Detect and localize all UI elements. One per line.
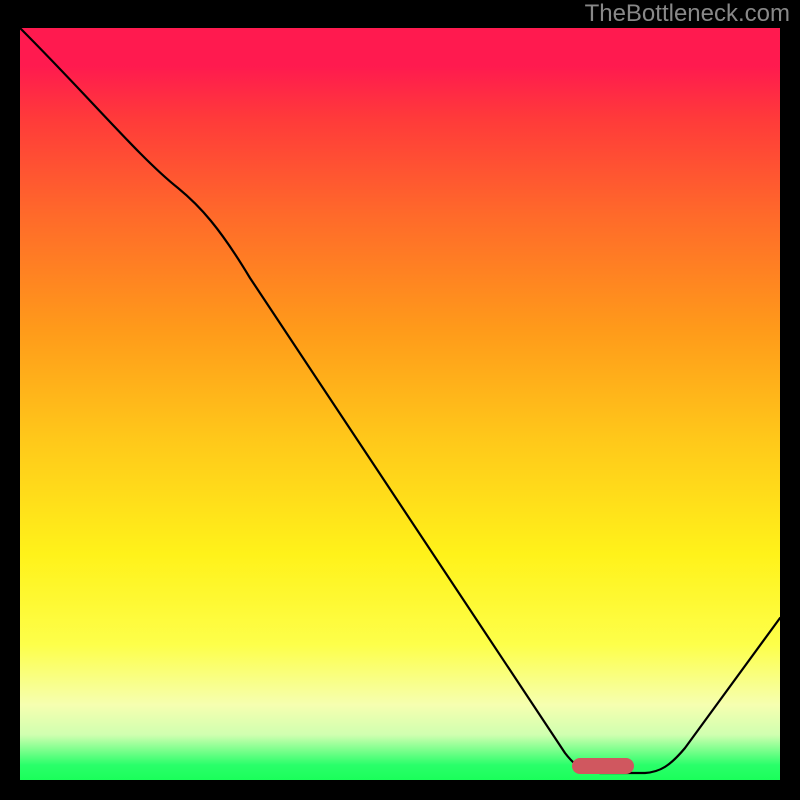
optimal-range-marker <box>572 758 634 774</box>
bottleneck-curve <box>20 28 780 780</box>
curve-path <box>20 28 780 773</box>
chart-plot-area <box>20 28 780 780</box>
attribution-text: TheBottleneck.com <box>585 0 790 28</box>
